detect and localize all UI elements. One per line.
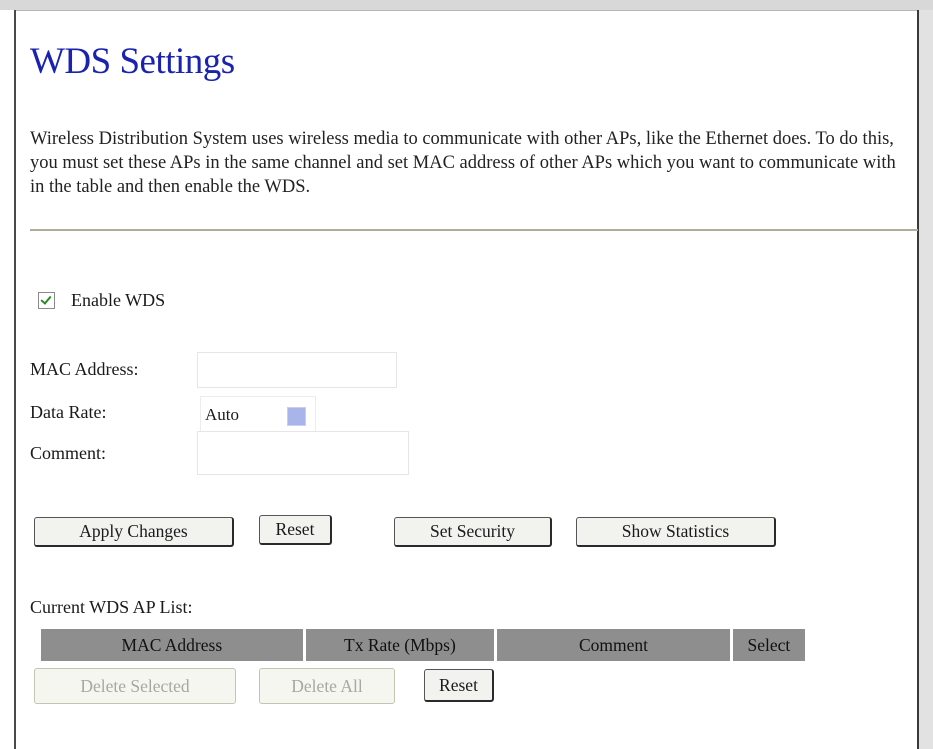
page-title: WDS Settings <box>30 41 235 82</box>
enable-wds-row: Enable WDS <box>38 290 165 311</box>
reset-button[interactable]: Reset <box>259 515 332 545</box>
wds-ap-table: MAC Address Tx Rate (Mbps) Comment Selec… <box>38 629 808 661</box>
mac-address-input[interactable] <box>197 352 397 388</box>
column-header-select: Select <box>732 629 805 661</box>
right-frame-scrollbar[interactable] <box>917 10 933 749</box>
main-content: WDS Settings Wireless Distribution Syste… <box>30 10 918 749</box>
dropdown-arrow-icon[interactable] <box>287 407 306 426</box>
page-description: Wireless Distribution System uses wirele… <box>30 129 896 197</box>
data-rate-label: Data Rate: <box>30 402 107 422</box>
enable-wds-label: Enable WDS <box>71 290 166 310</box>
column-header-mac: MAC Address <box>41 629 303 661</box>
comment-label: Comment: <box>30 443 106 463</box>
list-reset-button[interactable]: Reset <box>424 669 494 702</box>
divider <box>30 229 918 231</box>
delete-all-button[interactable]: Delete All <box>259 668 395 704</box>
ap-list-title: Current WDS AP List: <box>30 597 193 617</box>
data-rate-select[interactable]: Auto <box>200 396 316 434</box>
column-header-comment: Comment <box>497 629 730 661</box>
show-statistics-button[interactable]: Show Statistics <box>576 517 776 547</box>
enable-wds-checkbox[interactable] <box>38 292 55 309</box>
left-frame-border <box>0 10 16 749</box>
apply-changes-button[interactable]: Apply Changes <box>34 517 234 547</box>
set-security-button[interactable]: Set Security <box>394 517 552 547</box>
table-header-row: MAC Address Tx Rate (Mbps) Comment Selec… <box>41 629 805 661</box>
mac-address-label: MAC Address: <box>30 359 139 379</box>
column-header-tx-rate: Tx Rate (Mbps) <box>305 629 495 661</box>
data-rate-value: Auto <box>205 405 239 424</box>
comment-input[interactable] <box>197 431 409 475</box>
delete-selected-button[interactable]: Delete Selected <box>34 668 236 704</box>
